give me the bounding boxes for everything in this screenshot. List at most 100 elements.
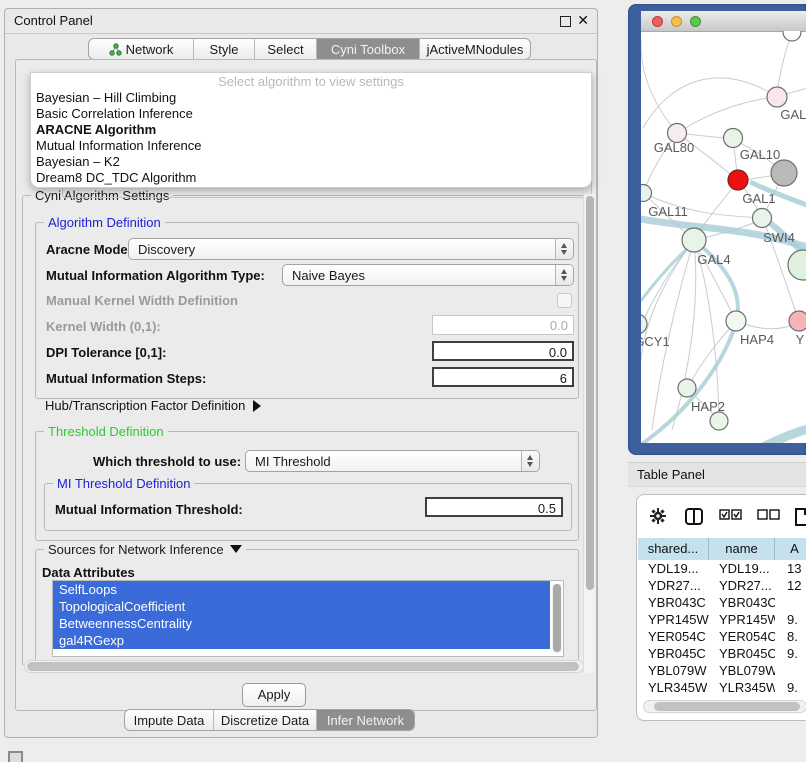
manual-kernel-label: Manual Kernel Width Definition [46, 293, 238, 308]
manual-kernel-checkbox[interactable] [557, 293, 572, 308]
network-node[interactable] [783, 31, 801, 41]
table-cell: YPR145W [709, 611, 775, 628]
table-panel-card: shared...nameA YDL19...YDL19...13YDR27..… [636, 494, 806, 721]
table-horizontal-scrollbar[interactable] [643, 700, 806, 713]
dropdown-item-bayesian-hill-climbing[interactable]: Bayesian – Hill Climbing [31, 90, 591, 106]
table-cell: 8. [775, 628, 806, 645]
network-node-swi4[interactable] [753, 209, 772, 228]
dropdown-item-aracne-algorithm[interactable]: ARACNE Algorithm [31, 122, 591, 138]
kernel-width-label: Kernel Width (0,1): [46, 319, 161, 334]
restore-panel-icon[interactable] [8, 751, 23, 762]
mi-threshold-field[interactable]: 0.5 [425, 497, 563, 517]
tab-infer-network[interactable]: Infer Network [317, 710, 414, 730]
hub-definition-toggle[interactable]: Hub/Transcription Factor Definition [45, 398, 261, 413]
network-node[interactable] [788, 250, 806, 280]
network-edge[interactable] [641, 242, 695, 330]
network-node-gal7[interactable] [767, 87, 787, 107]
network-node-hap2[interactable] [678, 379, 696, 397]
table-row[interactable]: YDR27...YDR27...12 [638, 577, 806, 594]
tab-style[interactable]: Style [194, 39, 255, 59]
dpi-tolerance-label: DPI Tolerance [0,1]: [46, 345, 166, 360]
table-row[interactable]: YBR045CYBR045C9. [638, 645, 806, 662]
select-all-icon[interactable] [719, 508, 742, 523]
network-node[interactable] [771, 160, 797, 186]
table-cell: 9. [775, 645, 806, 662]
close-light-icon[interactable] [652, 16, 663, 27]
tab-network[interactable]: Network [89, 39, 194, 59]
aracne-mode-combobox[interactable]: Discovery [128, 238, 574, 260]
sources-title[interactable]: Sources for Network Inference [44, 542, 246, 557]
which-threshold-label: Which threshold to use: [93, 454, 241, 469]
document-icon[interactable] [795, 508, 806, 529]
deselect-all-icon[interactable] [757, 508, 780, 523]
network-edge[interactable] [777, 32, 792, 96]
network-edge[interactable] [641, 241, 694, 325]
columns-icon[interactable] [685, 508, 703, 528]
node-label: GAL80 [654, 140, 694, 155]
close-icon[interactable]: ✕ [577, 12, 589, 29]
mi-threshold-groupbox: MI Threshold Definition Mutual Informati… [44, 483, 572, 531]
tab-select[interactable]: Select [255, 39, 317, 59]
list-scrollbar[interactable] [552, 583, 562, 654]
app-root: Control Panel ✕ Network Style Select Cyni T… [0, 0, 806, 762]
list-item[interactable]: SelfLoops [53, 581, 550, 598]
tab-jactivemnodules[interactable]: jActiveMNodules [420, 39, 530, 59]
node-label: HAP4 [740, 332, 774, 347]
list-item[interactable]: BetweennessCentrality [53, 615, 550, 632]
list-item[interactable]: TopologicalCoefficient [53, 598, 550, 615]
dropdown-item-mutual-information-inference[interactable]: Mutual Information Inference [31, 138, 591, 154]
dropdown-item-dream8-dc-tdc-algorithm[interactable]: Dream8 DC_TDC Algorithm [31, 170, 591, 186]
network-node-gal10[interactable] [724, 129, 743, 148]
table-row[interactable]: YPR145WYPR145W9. [638, 611, 806, 628]
table-row[interactable]: YDL19...YDL19...13 [638, 560, 806, 577]
apply-button[interactable]: Apply [242, 683, 306, 707]
table-cell: YBR045C [709, 645, 775, 662]
control-panel-content: galFiltered.sif default node Select algo… [15, 59, 597, 711]
network-node-hap4[interactable] [726, 311, 746, 331]
network-node-gal1[interactable] [728, 170, 748, 190]
table-row[interactable]: YBL079WYBL079W [638, 662, 806, 679]
network-edge[interactable] [643, 78, 777, 128]
control-panel-tabs: Network Style Select Cyni Toolbox jActiveMNo… [88, 38, 531, 60]
table-row[interactable]: YBR043CYBR043C [638, 594, 806, 611]
column-header-a[interactable]: A [775, 538, 806, 560]
table-cell: 9. [775, 679, 806, 696]
network-canvas[interactable]: GAL7GAL80GAL10GAL1GAL11SWI4GAL4GCY1HAP4Y… [641, 31, 806, 443]
zoom-light-icon[interactable] [690, 16, 701, 27]
network-edge[interactable] [641, 40, 677, 133]
column-header-shared-[interactable]: shared... [638, 538, 709, 560]
network-node-y[interactable] [789, 311, 806, 331]
table-cell: YBR043C [709, 594, 775, 611]
tab-discretize-data[interactable]: Discretize Data [214, 710, 317, 730]
minimize-light-icon[interactable] [671, 16, 682, 27]
network-node[interactable] [710, 412, 728, 430]
control-panel-titlebar: Control Panel ✕ [5, 9, 597, 34]
gear-icon[interactable] [650, 508, 666, 527]
tab-cyni-toolbox[interactable]: Cyni Toolbox [317, 39, 420, 59]
mi-type-combobox[interactable]: Naive Bayes [282, 264, 574, 286]
mi-steps-field[interactable]: 6 [432, 367, 574, 387]
column-header-name[interactable]: name [709, 538, 775, 560]
network-edge[interactable] [677, 97, 777, 133]
network-edge[interactable] [735, 428, 806, 443]
settings-vertical-scrollbar[interactable] [583, 194, 595, 673]
dropdown-item-bayesian-k2[interactable]: Bayesian – K2 [31, 154, 591, 170]
dropdown-item-basic-correlation-inference[interactable]: Basic Correlation Inference [31, 106, 591, 122]
network-edge[interactable] [688, 321, 736, 388]
table-row[interactable]: YLR345WYLR345W9. [638, 679, 806, 696]
table-cell: YBL079W [638, 662, 709, 679]
dpi-tolerance-field[interactable]: 0.0 [432, 341, 574, 361]
settings-horizontal-scrollbar[interactable] [24, 660, 584, 673]
list-item[interactable]: gal4RGexp [53, 632, 550, 649]
data-attributes-list[interactable]: SelfLoopsTopologicalCoefficientBetweenne… [52, 580, 564, 657]
tab-label: Cyni Toolbox [331, 42, 405, 57]
tab-impute-data[interactable]: Impute Data [125, 710, 214, 730]
which-threshold-combobox[interactable]: MI Threshold [245, 450, 540, 472]
tab-label: Style [210, 42, 239, 57]
tab-label: Impute Data [134, 713, 205, 728]
network-node-gal4[interactable] [682, 228, 706, 252]
float-icon[interactable] [560, 16, 571, 27]
table-row[interactable]: YER054CYER054C8. [638, 628, 806, 645]
kernel-width-field[interactable]: 0.0 [432, 315, 574, 335]
algorithm-dropdown-popup: Select algorithm to view settings Bayesi… [30, 72, 592, 188]
